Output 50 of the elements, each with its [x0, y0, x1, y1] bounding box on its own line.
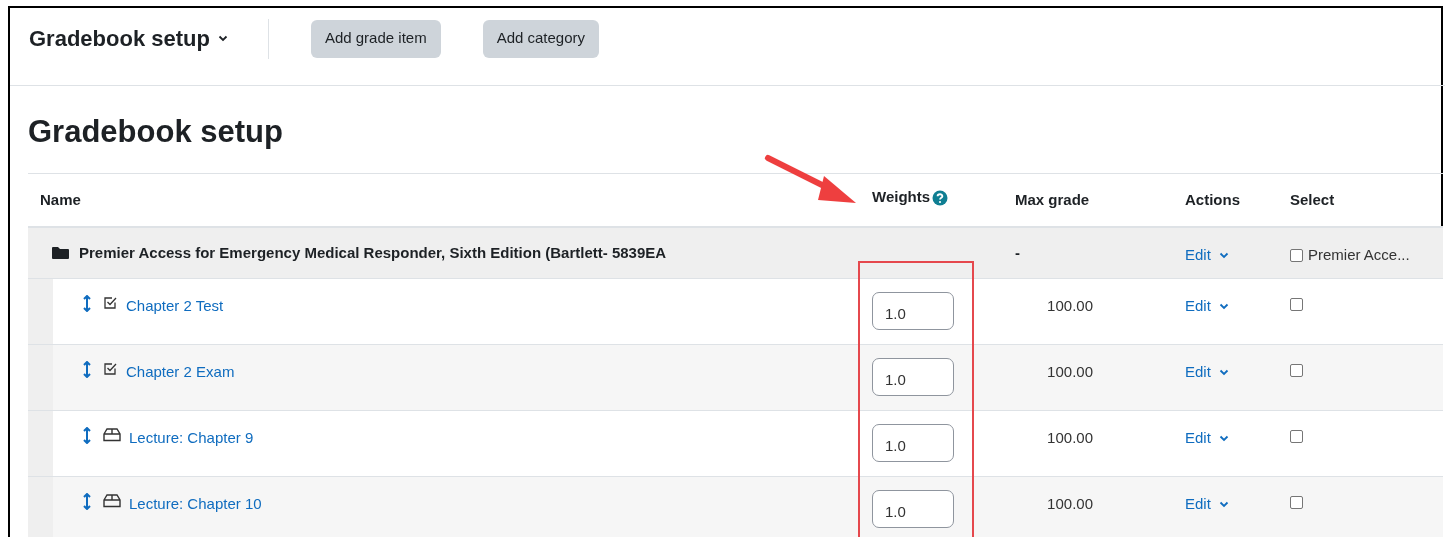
page-heading: Gradebook setup — [28, 114, 284, 150]
weight-field[interactable]: 1.0 — [872, 292, 954, 330]
grade-item-link[interactable]: Chapter 2 Exam — [126, 361, 235, 384]
max-grade: 100.00 — [1046, 296, 1093, 316]
max-grade: 100.00 — [1046, 362, 1093, 382]
move-icon[interactable] — [83, 361, 91, 378]
max-grade: 100.00 — [1046, 428, 1093, 448]
caret-icon — [1218, 251, 1229, 259]
caret-icon — [1218, 434, 1229, 442]
weight-field[interactable]: 1.0 — [872, 490, 954, 528]
toolbar-button[interactable]: Add grade item — [310, 19, 441, 58]
max-grade: 100.00 — [1046, 494, 1093, 514]
category-name: Premier Access for Emergency Medical Responder, Sixth Edition (Bartlett- 5839EA — [79, 242, 667, 263]
column-header: Select — [1290, 189, 1335, 210]
grade-item-link[interactable]: Chapter 2 Test — [126, 295, 224, 318]
help-icon[interactable] — [932, 189, 949, 206]
checked-box-icon — [103, 361, 118, 376]
table-cell: - — [1015, 243, 1020, 261]
tray-icon — [103, 493, 121, 508]
checkbox[interactable] — [1290, 364, 1303, 377]
caret-icon — [1218, 302, 1229, 310]
folder-icon — [52, 246, 69, 260]
checkbox[interactable] — [1290, 496, 1303, 509]
edit-menu[interactable]: Edit — [1185, 493, 1278, 516]
column-header: Weights — [872, 187, 931, 208]
caret-icon — [1218, 368, 1229, 376]
checkbox[interactable] — [1290, 298, 1303, 311]
edit-menu[interactable]: Edit — [1185, 243, 1278, 267]
column-header: Actions — [1185, 189, 1240, 210]
grade-item-link[interactable]: Lecture: Chapter 9 — [129, 427, 254, 450]
weight-field[interactable]: 1.0 — [872, 424, 954, 462]
checkbox-label: Premier Acce... — [1308, 244, 1410, 265]
checkbox[interactable] — [1290, 430, 1303, 443]
column-header: Name — [40, 189, 81, 210]
weight-field[interactable]: 1.0 — [872, 358, 954, 396]
checked-box-icon — [103, 295, 118, 310]
checkbox[interactable] — [1290, 248, 1303, 262]
grade-item-link[interactable]: Lecture: Chapter 10 — [129, 493, 262, 516]
edit-menu[interactable]: Edit — [1185, 427, 1278, 450]
column-header: Max grade — [1015, 189, 1090, 210]
toolbar-button[interactable]: Add category — [482, 19, 600, 58]
move-icon[interactable] — [83, 493, 91, 510]
caret-icon — [217, 35, 228, 42]
edit-menu[interactable]: Edit — [1185, 295, 1278, 318]
move-icon[interactable] — [83, 295, 91, 312]
caret-icon — [1218, 500, 1229, 508]
page-selector[interactable]: Gradebook setup — [29, 22, 228, 55]
move-icon[interactable] — [83, 427, 91, 444]
edit-menu[interactable]: Edit — [1185, 361, 1278, 384]
tray-icon — [103, 427, 121, 442]
